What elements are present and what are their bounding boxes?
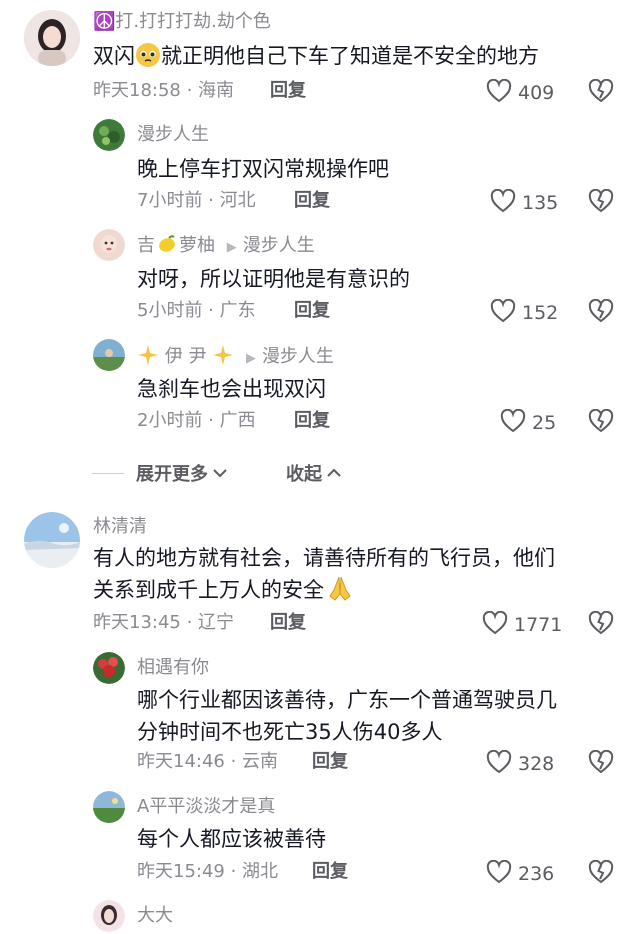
avatar[interactable] (93, 119, 125, 151)
reply-button[interactable]: 回复 (294, 300, 330, 322)
reply-button[interactable]: 回复 (294, 410, 330, 432)
dislike-button[interactable] (588, 610, 614, 639)
heart-broken-outline-icon (588, 408, 614, 437)
sparkle-star-emoji-icon (137, 344, 159, 372)
like-button[interactable]: 135 (490, 188, 559, 217)
heart-broken-outline-icon (588, 859, 614, 888)
collapse-button[interactable]: 收起 (286, 460, 342, 486)
avatar[interactable] (93, 791, 125, 823)
like-button[interactable]: 409 (486, 78, 555, 107)
comment-text-part: 双闪 (93, 44, 135, 68)
comment-username[interactable]: 吉 萝柚 ▶ 漫步人生 (137, 234, 315, 260)
like-count: 328 (518, 753, 555, 775)
avatar[interactable] (93, 339, 125, 371)
comment-time-location: 昨天14:46 · 云南 (137, 751, 279, 772)
sparkle-star-emoji-icon (212, 344, 234, 372)
comment-text-line: 关系到成千上万人的安全 (93, 574, 555, 611)
reply-button[interactable]: 回复 (270, 80, 306, 102)
comment-text: 对呀，所以证明他是有意识的 (137, 267, 410, 291)
heart-outline-icon (500, 408, 526, 437)
divider (92, 472, 124, 474)
dislike-button[interactable] (588, 749, 614, 778)
heart-outline-icon (486, 749, 512, 778)
comment-text: 晚上停车打双闪常规操作吧 (137, 157, 389, 181)
comment-username[interactable]: 相遇有你 (137, 657, 209, 679)
heart-broken-outline-icon (588, 298, 614, 327)
like-count: 236 (518, 863, 555, 885)
like-button[interactable]: 1771 (482, 610, 563, 639)
like-button[interactable]: 152 (490, 298, 559, 327)
heart-outline-icon (486, 78, 512, 107)
dislike-button[interactable] (588, 408, 614, 437)
comment-username[interactable]: A平平淡淡才是真 (137, 796, 275, 818)
comment-text: 急刹车也会出现双闪 (137, 377, 326, 401)
avatar[interactable] (24, 10, 80, 66)
like-count: 135 (522, 192, 559, 214)
comment-time-location: 5小时前 · 广东 (137, 300, 256, 321)
chevron-up-icon (326, 463, 342, 484)
username-part: 萝柚 (179, 235, 215, 256)
reply-button[interactable]: 回复 (312, 861, 348, 883)
reply-button[interactable]: 回复 (294, 190, 330, 212)
comment-text-part: 就正明他自己下车了知道是不安全的地方 (161, 44, 539, 68)
dislike-button[interactable] (588, 298, 614, 327)
comment-text-part: 关系到成千上万人的安全 (93, 578, 324, 602)
heart-outline-icon (482, 610, 508, 639)
avatar[interactable] (24, 512, 80, 568)
heart-outline-icon (490, 298, 516, 327)
folded-hands-emoji-icon (326, 574, 354, 611)
like-button[interactable]: 236 (486, 859, 555, 888)
pleading-face-emoji-icon (135, 42, 161, 77)
reply-arrow-icon: ▶ (245, 351, 256, 366)
reply-to-username[interactable]: 漫步人生 (262, 346, 334, 367)
comment-text: 有人的地方就有社会，请善待所有的飞行员，他们 关系到成千上万人的安全 (93, 542, 555, 611)
username-part: 吉 (137, 235, 155, 256)
like-count: 409 (518, 82, 555, 104)
chevron-down-icon (212, 463, 228, 484)
comment-text-line: 分钟时间不也死亡35人伤40多人 (137, 720, 443, 744)
like-button[interactable]: 328 (486, 749, 555, 778)
comment-time-location: 昨天15:49 · 湖北 (137, 861, 279, 882)
like-count: 25 (532, 412, 557, 434)
comment-username[interactable]: 伊 尹 ▶ 漫步人生 (137, 344, 334, 372)
heart-broken-outline-icon (588, 188, 614, 217)
expand-more-label: 展开更多 (136, 464, 208, 485)
comment-text: 每个人都应该被善待 (137, 827, 326, 851)
collapse-label: 收起 (286, 464, 322, 485)
comment-username[interactable]: ☮️打.打打打劫.劫个色 (93, 11, 271, 33)
like-count: 152 (522, 302, 559, 324)
comment-text: 哪个行业都因该善待，广东一个普通驾驶员几 分钟时间不也死亡35人伤40多人 (137, 684, 557, 748)
comment-text-line: 哪个行业都因该善待，广东一个普通驾驶员几 (137, 688, 557, 712)
expand-more-button[interactable]: 展开更多 (136, 460, 228, 486)
avatar[interactable] (93, 652, 125, 684)
like-count: 1771 (514, 614, 563, 636)
comment-time-location: 昨天13:45 · 辽宁 (93, 612, 235, 633)
comment-username[interactable]: 漫步人生 (137, 124, 209, 146)
dislike-button[interactable] (588, 78, 614, 107)
comment-username[interactable]: 大大 (137, 905, 173, 927)
heart-outline-icon (486, 859, 512, 888)
heart-broken-outline-icon (588, 610, 614, 639)
comment-time-location: 2小时前 · 广西 (137, 410, 256, 431)
reply-button[interactable]: 回复 (270, 612, 306, 634)
heart-outline-icon (490, 188, 516, 217)
dislike-button[interactable] (588, 188, 614, 217)
comment-username[interactable]: 林清清 (93, 516, 147, 538)
comment-time-location: 昨天18:58 · 海南 (93, 80, 235, 101)
thread-controls: 展开更多 收起 (92, 460, 342, 486)
username-part: 伊 尹 (164, 346, 207, 367)
reply-to-username[interactable]: 漫步人生 (243, 235, 315, 256)
reply-button[interactable]: 回复 (312, 751, 348, 773)
reply-arrow-icon: ▶ (226, 240, 237, 255)
comment-time-location: 7小时前 · 河北 (137, 190, 256, 211)
lemon-emoji-icon (157, 234, 177, 260)
comment-text-line: 有人的地方就有社会，请善待所有的飞行员，他们 (93, 546, 555, 570)
like-button[interactable]: 25 (500, 408, 557, 437)
comment-text: 双闪 就正明他自己下车了知道是不安全的地方 (93, 40, 539, 77)
dislike-button[interactable] (588, 859, 614, 888)
avatar[interactable] (93, 900, 125, 932)
heart-broken-outline-icon (588, 749, 614, 778)
heart-broken-outline-icon (588, 78, 614, 107)
avatar[interactable] (93, 229, 125, 261)
